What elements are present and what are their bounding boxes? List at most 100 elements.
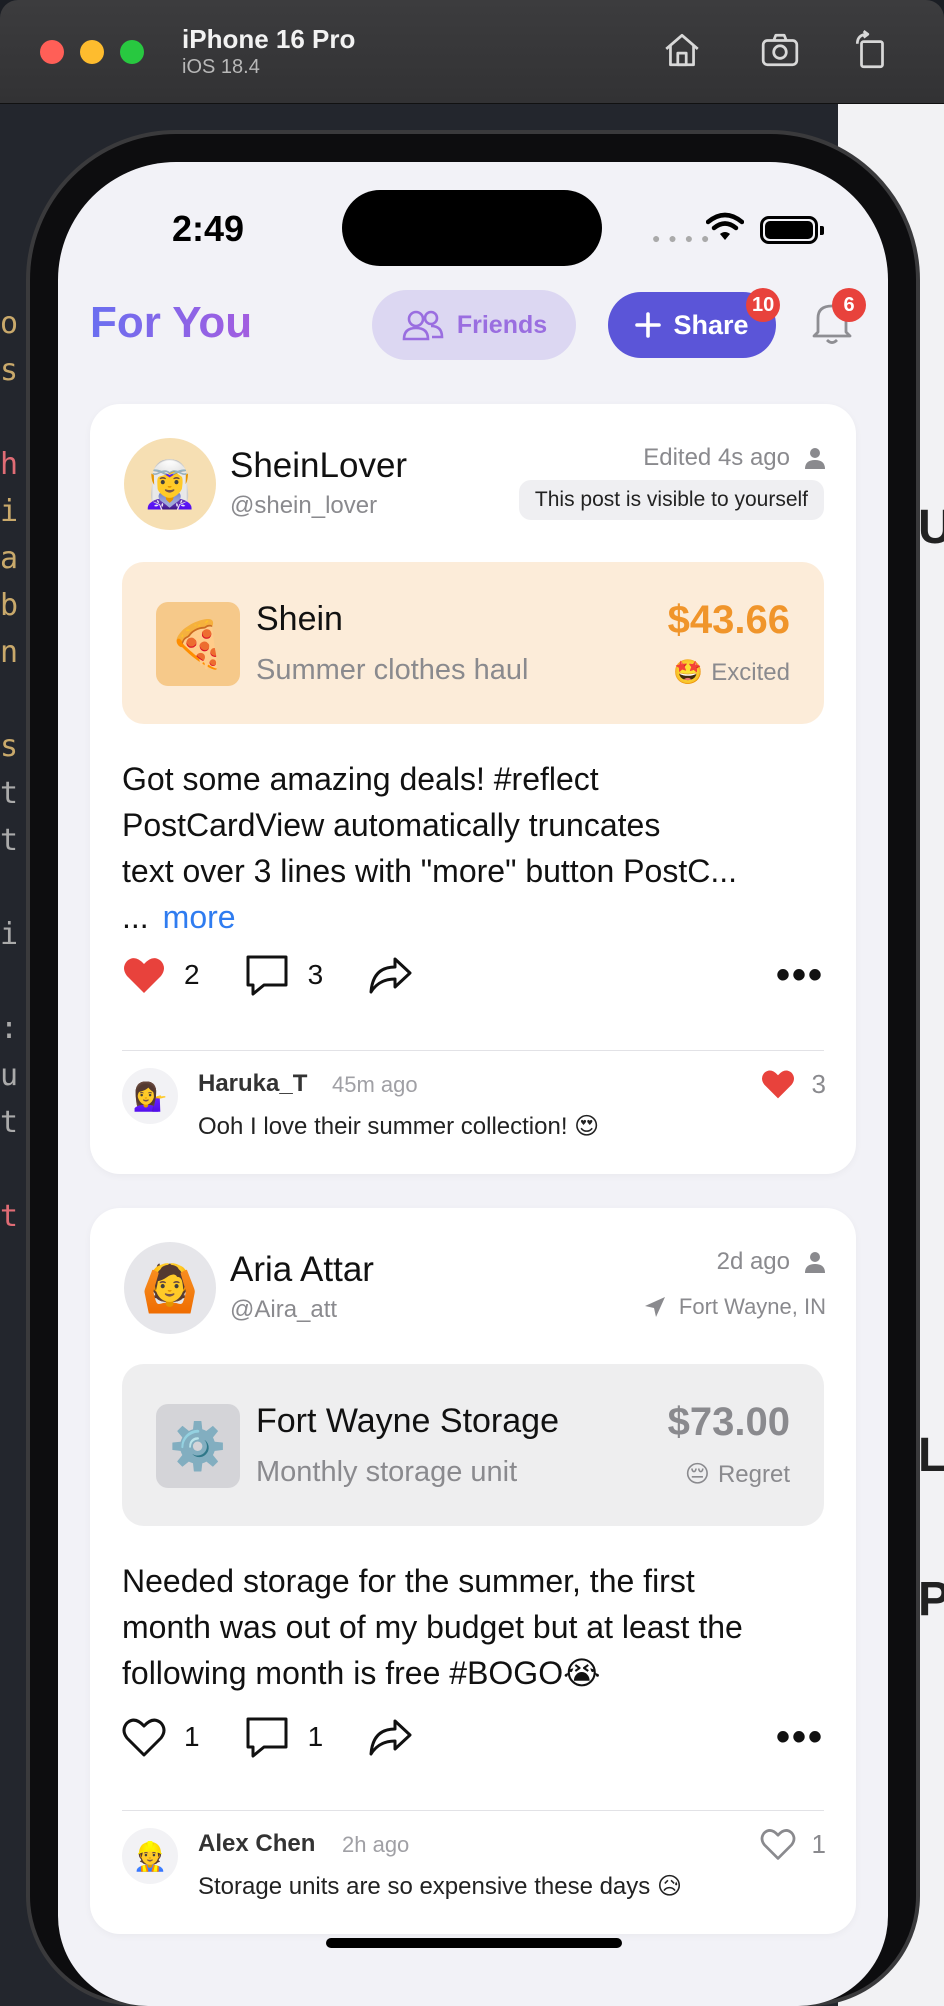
visibility-badge: This post is visible to yourself bbox=[518, 480, 824, 520]
post-timestamp: Edited 4s ago bbox=[643, 444, 790, 471]
home-button[interactable] bbox=[658, 26, 706, 74]
store-name: Shein bbox=[256, 600, 343, 638]
like-count: 2 bbox=[184, 959, 200, 990]
post-card[interactable]: 🙆 Aria Attar @Aira_att 2d ago Fort Wayne… bbox=[90, 1208, 856, 1934]
location-text: Fort Wayne, IN bbox=[678, 1294, 826, 1319]
post-timestamp: 2d ago bbox=[716, 1248, 790, 1275]
post-body-line: text over 3 lines with "more" button Pos… bbox=[122, 853, 737, 889]
close-window-button[interactable] bbox=[40, 40, 64, 64]
like-count: 1 bbox=[184, 1721, 200, 1752]
comment-avatar[interactable]: 👷 bbox=[122, 1828, 178, 1884]
home-icon bbox=[665, 33, 699, 67]
store-name: Fort Wayne Storage bbox=[256, 1402, 559, 1440]
friends-label: Friends bbox=[456, 310, 548, 339]
background-letter: P bbox=[918, 1573, 944, 1626]
battery-icon bbox=[760, 216, 824, 244]
post-location[interactable]: Fort Wayne, IN bbox=[643, 1294, 826, 1320]
purchase-card[interactable]: ⚙️ Fort Wayne Storage Monthly storage un… bbox=[122, 1364, 824, 1526]
background-code-gutter: oshiabnstti:utt bbox=[0, 306, 19, 1234]
person-icon bbox=[805, 1252, 825, 1273]
rotate-icon bbox=[855, 30, 884, 69]
post-body: Got some amazing deals! #reflect PostCar… bbox=[122, 756, 832, 940]
plus-icon bbox=[635, 312, 662, 338]
purchase-price: $43.66 bbox=[667, 598, 790, 642]
post-body: Needed storage for the summer, the first… bbox=[122, 1558, 832, 1696]
friends-button[interactable]: Friends bbox=[372, 290, 576, 360]
like-button[interactable]: 2 bbox=[122, 955, 200, 995]
comment-count: 3 bbox=[307, 959, 324, 990]
mood-text: Regret bbox=[717, 1460, 790, 1488]
mood-text: Excited bbox=[711, 658, 790, 686]
comment-icon bbox=[246, 1717, 288, 1758]
like-button[interactable]: 1 bbox=[122, 1717, 200, 1757]
post-body-line: month was out of my budget but at least … bbox=[122, 1609, 743, 1645]
device-screen: 2:49 ● ● ● ● For You Friends Share 10 6 … bbox=[58, 162, 888, 2006]
device-name: iPhone 16 Pro bbox=[182, 24, 356, 54]
comment-like-button[interactable]: 3 bbox=[760, 1068, 826, 1100]
share-badge: 10 bbox=[746, 288, 781, 322]
post-actions: 1 1 ••• bbox=[122, 1712, 824, 1762]
divider bbox=[122, 1810, 824, 1811]
avatar[interactable]: 🙆 bbox=[124, 1242, 216, 1334]
dynamic-island bbox=[342, 190, 602, 266]
mood-label: 😔 Regret bbox=[685, 1460, 790, 1489]
divider bbox=[122, 1050, 824, 1051]
rotate-button[interactable] bbox=[848, 26, 896, 74]
zoom-window-button[interactable] bbox=[120, 40, 144, 64]
person-icon bbox=[805, 448, 825, 469]
post-body-line: Needed storage for the summer, the first bbox=[122, 1563, 695, 1599]
user-handle: @shein_lover bbox=[230, 492, 378, 519]
comment-count: 1 bbox=[307, 1721, 324, 1752]
status-time: 2:49 bbox=[172, 208, 245, 249]
heart-filled-icon bbox=[124, 958, 164, 993]
mood-label: 🤩 Excited bbox=[673, 658, 790, 687]
avatar[interactable]: 🧝‍♀️ bbox=[124, 438, 216, 530]
comment-author[interactable]: Haruka_T bbox=[198, 1070, 307, 1098]
comment-button[interactable]: 3 bbox=[244, 953, 324, 997]
camera-icon bbox=[761, 33, 799, 67]
heart-outline-icon bbox=[122, 1718, 166, 1757]
forward-button[interactable] bbox=[367, 955, 413, 995]
background-letter: L bbox=[918, 1429, 944, 1482]
user-handle: @Aira_att bbox=[230, 1296, 338, 1323]
forward-icon bbox=[369, 957, 412, 994]
star-struck-icon: 🤩 bbox=[673, 659, 704, 686]
user-name[interactable]: SheinLover bbox=[230, 446, 407, 486]
people-icon bbox=[402, 310, 444, 341]
comment-icon bbox=[246, 955, 288, 996]
comment-like-count: 3 bbox=[811, 1068, 826, 1099]
post-actions: 2 3 ••• bbox=[122, 950, 824, 1000]
home-indicator[interactable] bbox=[326, 1938, 622, 1948]
comment-author[interactable]: Alex Chen bbox=[198, 1830, 315, 1858]
comment-avatar[interactable]: 💁‍♀️ bbox=[122, 1068, 178, 1124]
comment-text: Ooh I love their summer collection! 😍 bbox=[198, 1113, 600, 1140]
more-options-button[interactable]: ••• bbox=[776, 1717, 824, 1757]
os-version: iOS 18.4 bbox=[182, 56, 260, 78]
comment-like-button[interactable]: 1 bbox=[760, 1828, 826, 1860]
post-body-line: Got some amazing deals! #reflect bbox=[122, 761, 599, 797]
gear-icon: ⚙️ bbox=[156, 1404, 240, 1488]
user-name[interactable]: Aria Attar bbox=[230, 1250, 374, 1290]
more-options-button[interactable]: ••• bbox=[776, 955, 824, 995]
page-title: For You bbox=[90, 298, 253, 347]
heart-outline-icon bbox=[760, 1829, 795, 1860]
background-letter: U bbox=[918, 501, 944, 554]
heart-filled-icon bbox=[761, 1070, 794, 1099]
comment-text: Storage units are so expensive these day… bbox=[198, 1873, 682, 1900]
forward-icon bbox=[369, 1719, 412, 1756]
post-card[interactable]: 🧝‍♀️ SheinLover @shein_lover Edited 4s a… bbox=[90, 404, 856, 1174]
more-link[interactable]: more bbox=[163, 899, 236, 935]
share-label: Share bbox=[673, 309, 749, 340]
pizza-icon: 🍕 bbox=[156, 602, 240, 686]
wifi-icon bbox=[706, 212, 744, 240]
purchase-card[interactable]: 🍕 Shein Summer clothes haul $43.66 🤩 Exc… bbox=[122, 562, 824, 724]
post-body-line: following month is free #BOGO😭 bbox=[122, 1655, 601, 1691]
forward-button[interactable] bbox=[367, 1717, 413, 1757]
signal-icon: ● ● ● ● bbox=[652, 230, 712, 246]
notifications-badge: 6 bbox=[832, 288, 866, 322]
purchase-description: Monthly storage unit bbox=[256, 1456, 518, 1488]
post-meta: Edited 4s ago bbox=[643, 444, 826, 472]
screenshot-button[interactable] bbox=[756, 26, 804, 74]
comment-button[interactable]: 1 bbox=[244, 1715, 324, 1759]
minimize-window-button[interactable] bbox=[80, 40, 104, 64]
